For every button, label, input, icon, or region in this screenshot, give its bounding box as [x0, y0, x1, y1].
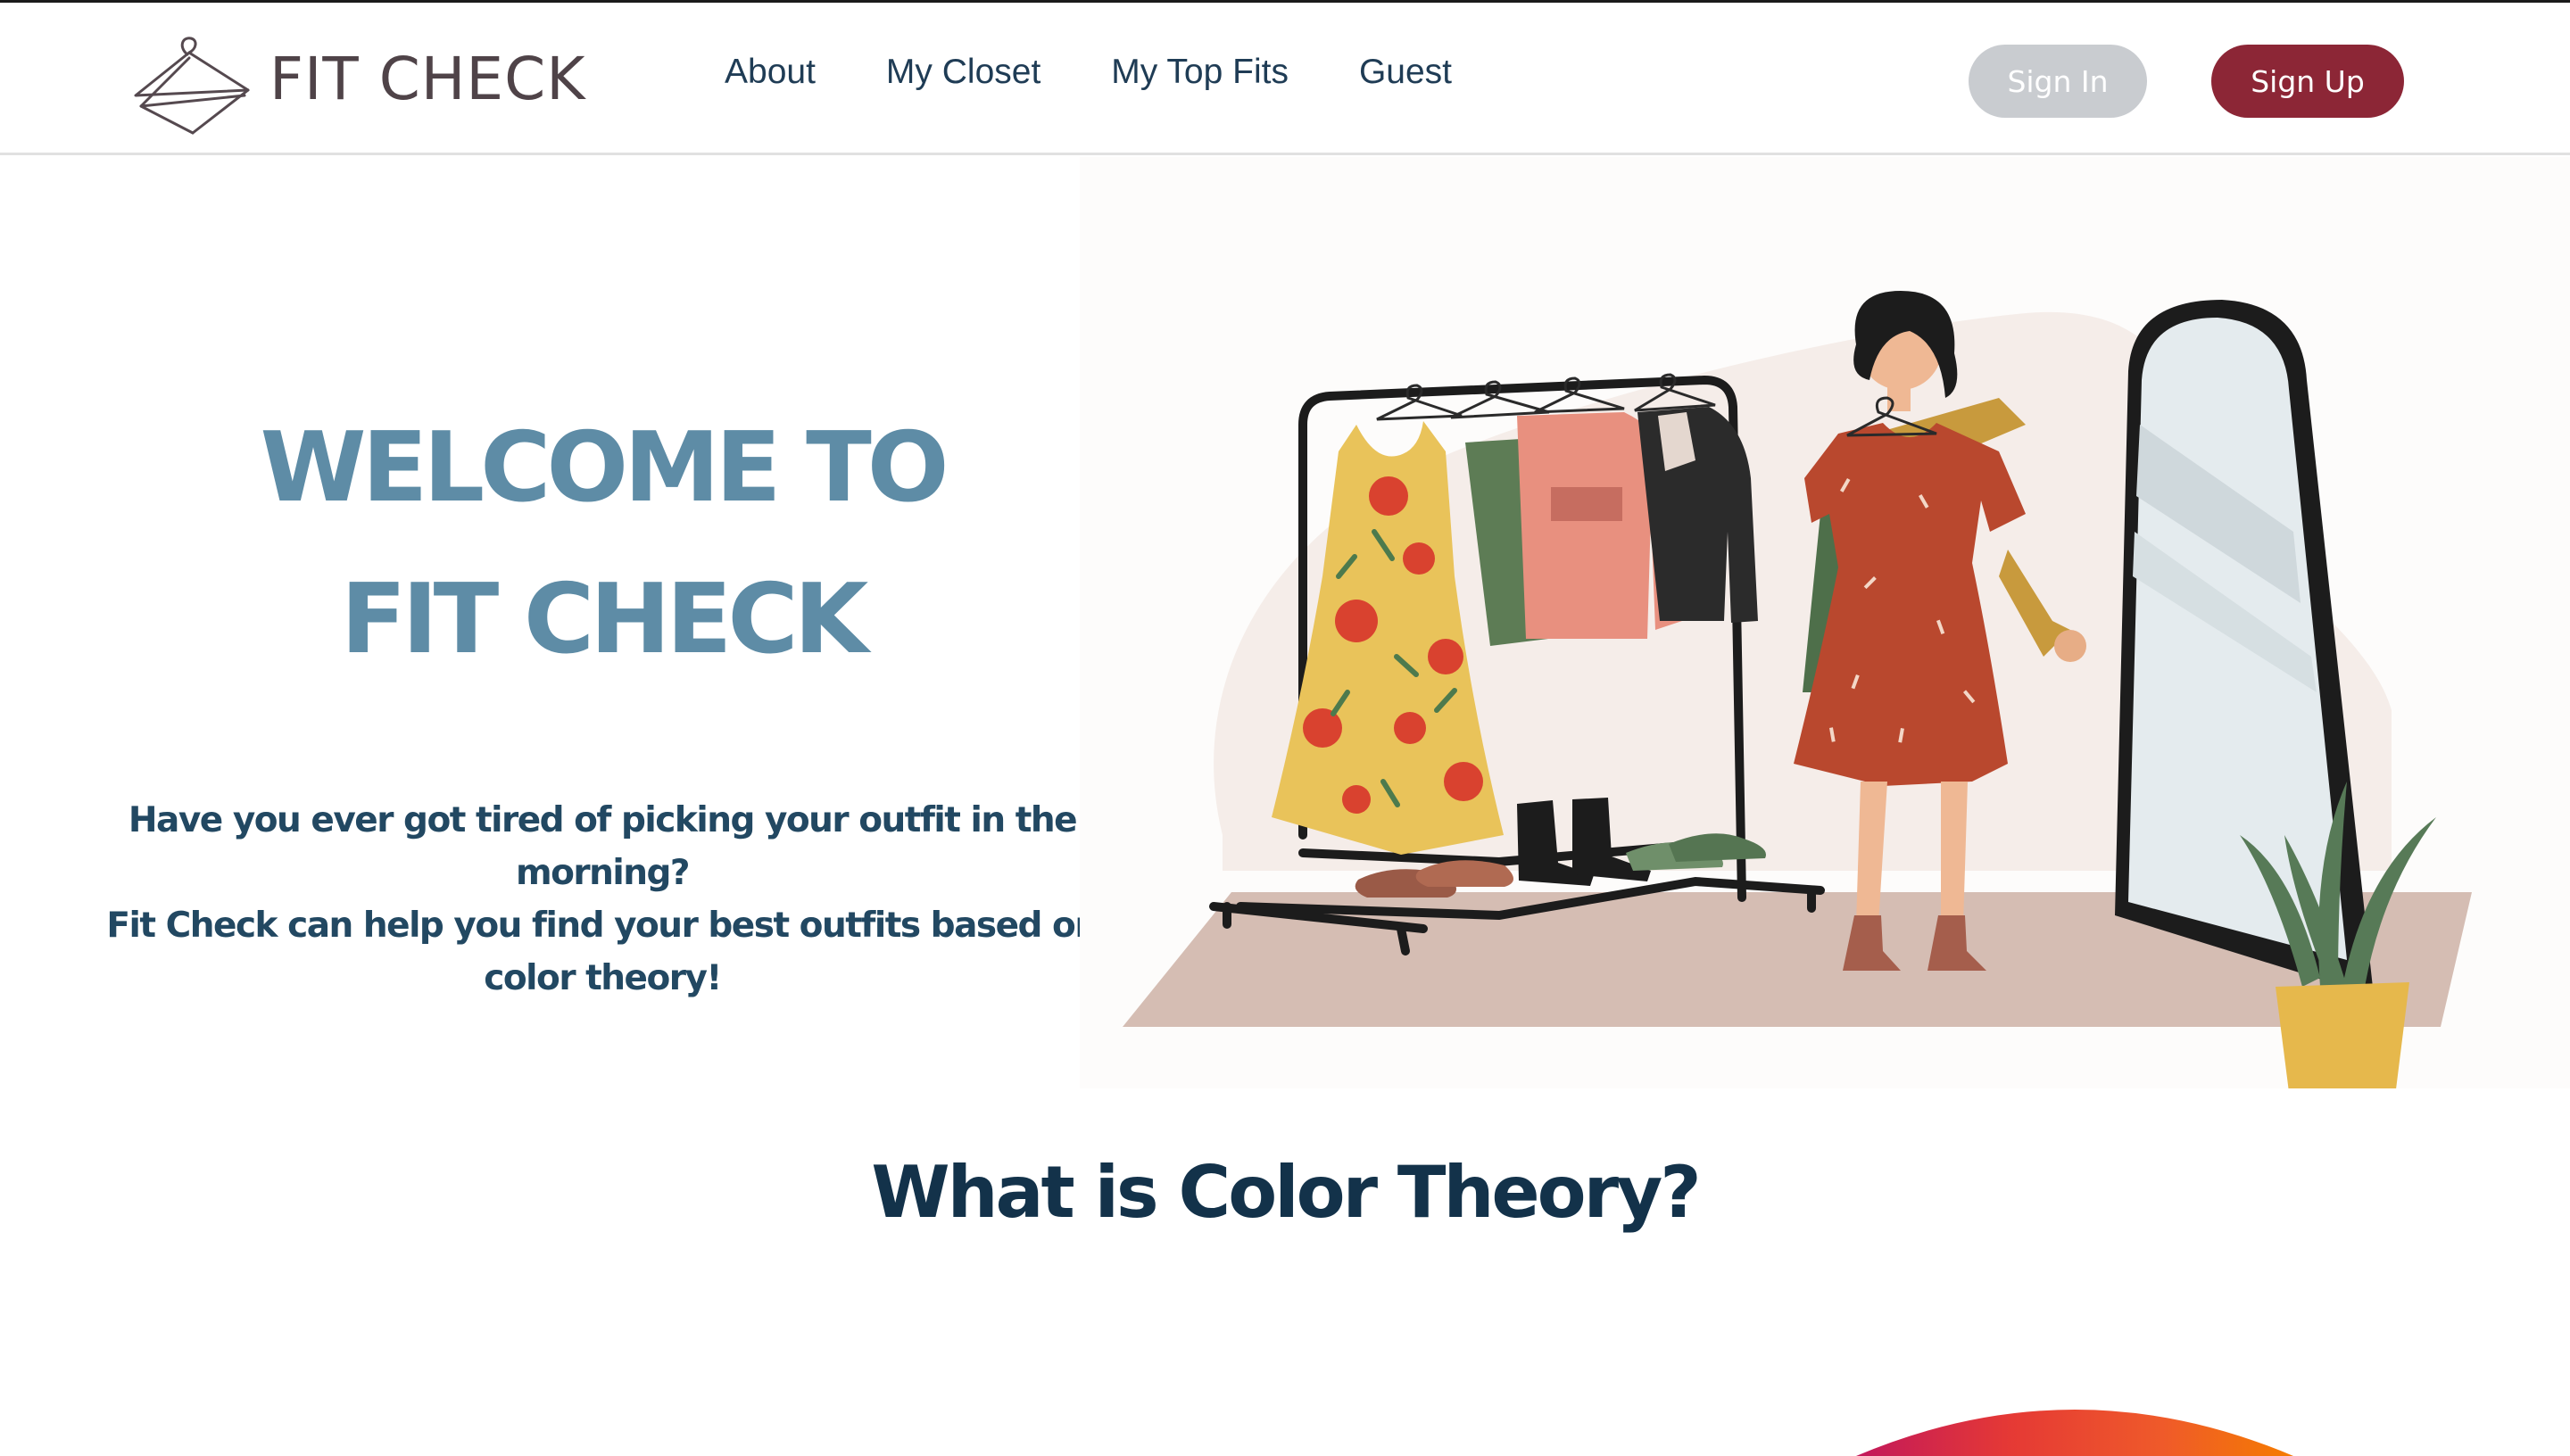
brand-name: FIT CHECK — [269, 44, 586, 113]
main-nav: About My Closet My Top Fits Guest — [725, 53, 1522, 92]
nav-guest-link[interactable]: Guest — [1359, 53, 1452, 92]
brand-logo[interactable]: FIT CHECK — [130, 21, 586, 136]
navbar: FIT CHECK About My Closet My Top Fits Gu… — [0, 3, 2570, 155]
nav-my-top-fits-link[interactable]: My Top Fits — [1111, 53, 1289, 92]
hero-subtitle-line: Have you ever got tired of picking your … — [128, 800, 1078, 840]
nav-about-link[interactable]: About — [725, 53, 816, 92]
hero-subtitle-line: Fit Check can help you find your best ou… — [106, 906, 1099, 946]
hero-title-line-1: WELCOME TO — [260, 412, 949, 524]
nav-my-closet-link[interactable]: My Closet — [886, 53, 1040, 92]
hero-title-line-2: FIT CHECK — [340, 564, 869, 675]
hero-heading: WELCOME TO FIT CHECK — [89, 393, 1115, 696]
hero-subtitle-line: morning? — [515, 853, 691, 893]
hero-subtitle: Have you ever got tired of picking your … — [89, 794, 1115, 1005]
color-theory-heading: What is Color Theory? — [871, 1151, 1701, 1234]
sign-up-button[interactable]: Sign Up — [2211, 45, 2404, 118]
sign-in-button[interactable]: Sign In — [1969, 45, 2147, 118]
woman-choosing-outfit-illustration — [1080, 157, 2570, 1088]
hanger-icon — [134, 37, 250, 135]
color-wheel-graphic — [1856, 1410, 2293, 1456]
hero-subtitle-line: color theory! — [484, 958, 722, 998]
